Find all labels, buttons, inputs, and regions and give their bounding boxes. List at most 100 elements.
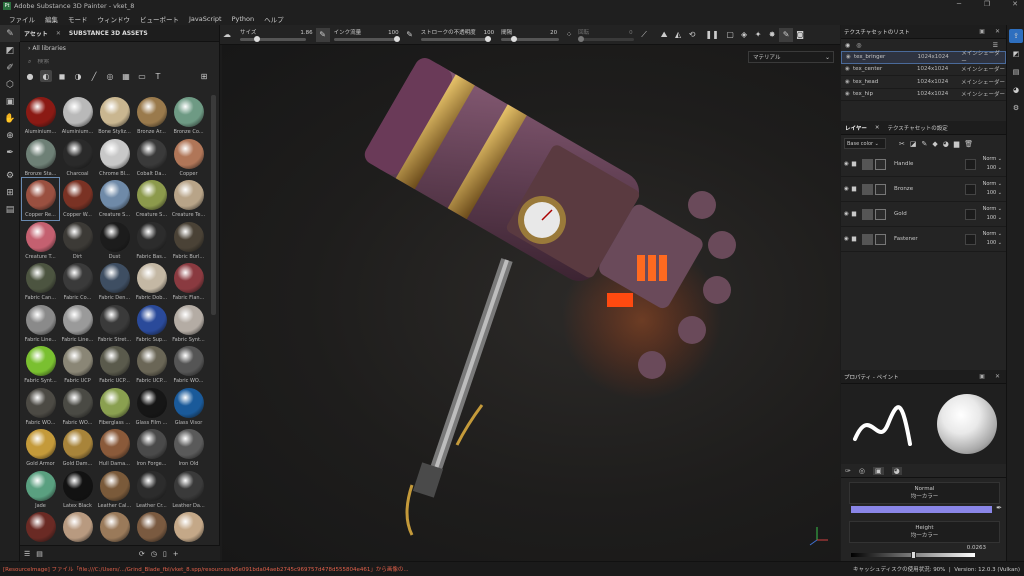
sort-icon[interactable]: ☰	[24, 550, 30, 558]
library-selector[interactable]: › All libraries	[20, 42, 219, 55]
asset-tile[interactable]: Aluminium...	[59, 95, 96, 137]
layer-row[interactable]: ◉ ▆ Fastener Norm ⌄ 100 ⌄	[841, 227, 1006, 252]
add-effect-icon[interactable]: ✂	[899, 140, 905, 148]
asset-tile[interactable]: Dirt	[59, 220, 96, 262]
menu-edit[interactable]: 編集	[40, 14, 63, 24]
eraser-tool-icon[interactable]: ◩	[0, 42, 20, 59]
float-panel-icon[interactable]: ▣	[979, 28, 985, 35]
polygon-fill-icon[interactable]: ▣	[0, 93, 20, 110]
material-tab-icon[interactable]: ◕	[891, 466, 902, 475]
asset-tile[interactable]: Creature S...	[133, 178, 170, 220]
projection-tool-icon[interactable]: ✐	[0, 59, 20, 76]
close-tab-icon[interactable]: ✕	[871, 125, 884, 131]
add-smart-material-icon[interactable]: ◕	[943, 140, 949, 148]
eye-icon[interactable]: ◉	[844, 186, 849, 192]
filter-fonts-icon[interactable]: T	[152, 70, 164, 82]
asset-tile[interactable]: Fabric Dob...	[133, 261, 170, 303]
menu-python[interactable]: Python	[227, 15, 260, 23]
height-slider-knob[interactable]	[911, 551, 916, 559]
asset-tile[interactable]: Fabric Line...	[59, 303, 96, 345]
asset-tile[interactable]: Dust	[96, 220, 133, 262]
texture-set-row[interactable]: ◉ tex_center 1024x1024 メインシェーダー	[841, 64, 1006, 76]
import-icon[interactable]: ▯	[163, 550, 167, 558]
asset-tile[interactable]: Fabric Sup...	[133, 303, 170, 345]
height-channel[interactable]: Height 均一カラー	[849, 521, 1000, 543]
menu-viewport[interactable]: ビューポート	[135, 14, 184, 24]
layer-blend-mode[interactable]: Norm ⌄	[983, 180, 1002, 189]
close-panel-icon[interactable]: ✕	[995, 373, 1000, 380]
close-tab-icon[interactable]: ✕	[52, 30, 65, 37]
layer-opacity[interactable]: 100 ⌄	[983, 164, 1002, 173]
tab-layers[interactable]: レイヤー	[841, 124, 871, 132]
solo-view-icon[interactable]: ✦	[751, 28, 765, 42]
history-icon[interactable]: ◷	[151, 550, 157, 558]
spacing-slider[interactable]	[501, 36, 560, 42]
asset-tile[interactable]: Fabric WO...	[22, 386, 59, 428]
asset-tile[interactable]: Chrome Bl...	[96, 137, 133, 179]
menu-mode[interactable]: モード	[63, 14, 93, 24]
reset-camera-icon[interactable]: ⟲	[685, 28, 699, 42]
alpha-tab-icon[interactable]: ◎	[859, 467, 865, 475]
share-icon[interactable]: ⇪	[1009, 29, 1023, 43]
asset-tile[interactable]: Cobalt Da...	[133, 137, 170, 179]
layer-opacity[interactable]: 100 ⌄	[983, 189, 1002, 198]
stencil-tab-icon[interactable]: ▣	[872, 466, 884, 475]
material-view-icon[interactable]: ◈	[737, 28, 751, 42]
opacity-slider-knob[interactable]	[484, 36, 491, 42]
asset-tile[interactable]: Creature Te...	[170, 178, 207, 220]
layer-row[interactable]: ◉ ▆ Handle Norm ⌄ 100 ⌄	[841, 152, 1006, 177]
asset-tile[interactable]: Fabric WO...	[170, 344, 207, 386]
grid-view-icon[interactable]: ⊞	[198, 70, 210, 82]
filter-particles-icon[interactable]: ◎	[104, 70, 116, 82]
eye-icon[interactable]: ◉	[845, 66, 853, 72]
asset-tile[interactable]: Iron Forge...	[133, 427, 170, 469]
layer-mask-thumbnail[interactable]	[875, 208, 887, 220]
menu-file[interactable]: ファイル	[4, 14, 40, 24]
filter-materials-icon[interactable]: ●	[24, 70, 36, 82]
layers-dock-icon[interactable]: ◩	[1009, 47, 1023, 61]
asset-tile[interactable]: Fabric Synt...	[170, 303, 207, 345]
layer-mask-thumbnail[interactable]	[875, 158, 887, 170]
measure-icon[interactable]: ⊞	[0, 184, 20, 201]
screenshot-icon[interactable]: ◙	[793, 28, 807, 42]
add-fill-layer-icon[interactable]: ◆	[932, 140, 937, 148]
layer-opacity[interactable]: 100 ⌄	[983, 239, 1002, 248]
asset-tile[interactable]: Fabric Flan...	[170, 261, 207, 303]
eye-icon[interactable]: ◉	[845, 91, 853, 97]
spacing-slider-knob[interactable]	[511, 36, 518, 42]
asset-tile[interactable]: Fiberglass ...	[96, 386, 133, 428]
add-paint-layer-icon[interactable]: ✎	[922, 140, 928, 148]
layer-blend-mode[interactable]: Norm ⌄	[983, 230, 1002, 239]
asset-tile[interactable]: Leather Da...	[170, 469, 207, 511]
asset-tile[interactable]: Fabric UCP	[59, 344, 96, 386]
layer-channel-box[interactable]	[965, 234, 976, 245]
brush-preset-icon[interactable]: ☁	[220, 28, 234, 42]
pen-pressure-flow-icon[interactable]: ✎	[403, 28, 417, 42]
asset-tile[interactable]: Creature S...	[96, 178, 133, 220]
render-mode-icon[interactable]: ✸	[765, 28, 779, 42]
height-slider[interactable]	[851, 551, 975, 559]
smudge-tool-icon[interactable]: ✋	[0, 110, 20, 127]
asset-tile[interactable]: Fabric Den...	[96, 261, 133, 303]
asset-tile[interactable]: Fabric UCP...	[96, 344, 133, 386]
display-mode-icon[interactable]: ▢	[723, 28, 737, 42]
close-panel-icon[interactable]: ✕	[995, 28, 1000, 35]
layer-mask-thumbnail[interactable]	[875, 183, 887, 195]
asset-tile[interactable]: Fabric Can...	[22, 261, 59, 303]
layer-channel-box[interactable]	[965, 159, 976, 170]
asset-tile[interactable]: Fabric WO...	[59, 386, 96, 428]
asset-tile[interactable]: Fabric Co...	[59, 261, 96, 303]
asset-tile[interactable]: Bronze Ar...	[133, 95, 170, 137]
bake-icon[interactable]: ⚙	[0, 167, 20, 184]
asset-tile[interactable]: Fabric Synt...	[22, 344, 59, 386]
layer-row[interactable]: ◉ ▆ Bronze Norm ⌄ 100 ⌄	[841, 177, 1006, 202]
asset-tile[interactable]: Gold Armor	[22, 427, 59, 469]
flow-slider-knob[interactable]	[393, 36, 400, 42]
asset-tile[interactable]: Fabric Burl...	[170, 220, 207, 262]
filter-masks-icon[interactable]: ◼	[56, 70, 68, 82]
layer-channel-box[interactable]	[965, 184, 976, 195]
flow-slider[interactable]	[333, 36, 400, 42]
asset-tile[interactable]: Fabric Bas...	[133, 220, 170, 262]
paint-brush-tool-icon[interactable]: ✎	[0, 25, 20, 42]
opacity-slider[interactable]	[420, 36, 491, 42]
